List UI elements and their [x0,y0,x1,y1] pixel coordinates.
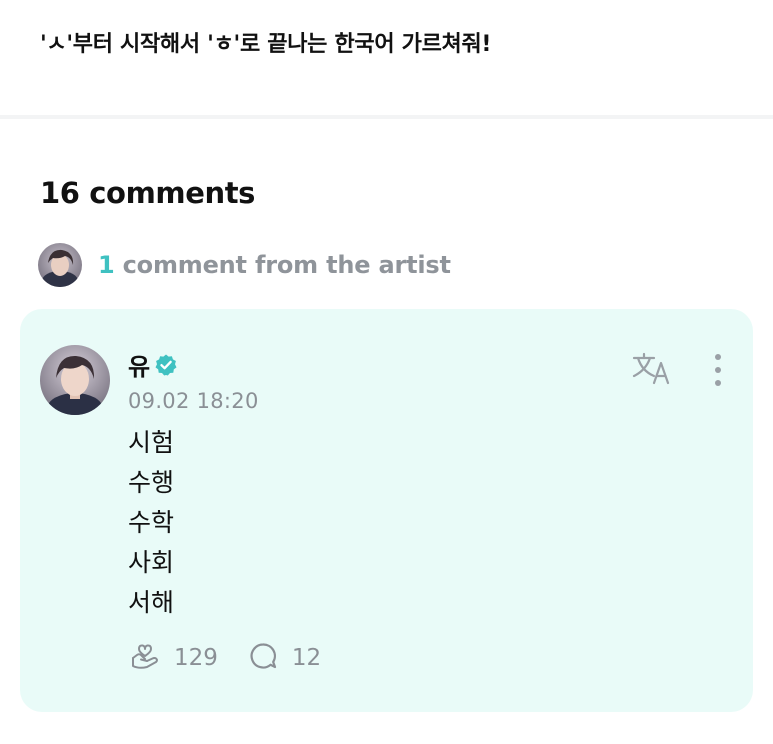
like-button[interactable]: 129 [130,641,218,675]
reply-bubble-icon [248,641,278,675]
artist-avatar [38,243,82,287]
artist-comments-filter[interactable]: 1 comment from the artist [38,243,451,287]
comment-timestamp: 09.02 18:20 [128,389,259,413]
comment-body: 시험 수행 수학 사회 서해 [128,423,174,623]
comment-author-name[interactable]: 유 [128,347,150,382]
heart-hand-icon [130,641,160,675]
verified-badge-icon [154,353,178,377]
artist-comment-count: 1 [98,251,115,279]
comment-line: 사회 [128,548,175,577]
artist-comment-card: 유 09.02 18:20 시험 수행 수학 사회 서해 129 12 [20,309,753,712]
comment-line: 서해 [128,588,175,617]
translate-icon[interactable] [630,351,674,387]
comments-heading: 16 comments [40,176,256,210]
post-text: 'ㅅ'부터 시작해서 'ㅎ'로 끝나는 한국어 가르쳐줘! [40,32,492,57]
comment-line: 수행 [128,468,175,497]
comment-actions: 129 12 [130,641,321,675]
like-count: 129 [174,645,218,671]
section-divider [0,115,773,119]
reply-count: 12 [291,645,322,671]
artist-comment-text: comment from the artist [114,251,451,279]
comment-author-avatar[interactable] [40,345,110,415]
comment-author-row: 유 [128,347,178,382]
comment-line: 시험 [128,428,175,457]
more-vertical-icon[interactable] [708,351,728,389]
reply-button[interactable]: 12 [248,641,321,675]
artist-comments-label: 1 comment from the artist [98,251,451,279]
comment-line: 수학 [128,508,175,537]
